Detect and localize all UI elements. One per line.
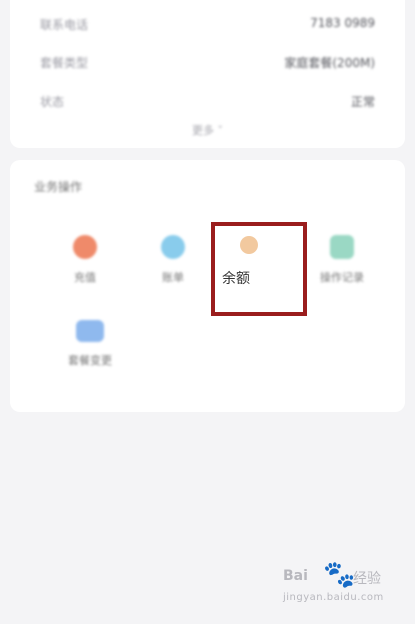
package-change-label: 套餐变更 <box>68 354 112 367</box>
paw-icon: 🐾 <box>323 560 356 590</box>
info-row-package: 套餐类型 家庭套餐(200M) <box>40 54 375 74</box>
bill-label: 账单 <box>162 271 184 284</box>
operations-card: 业务操作 充值 账单 操作记录 套餐变更 <box>10 160 405 412</box>
recharge-icon <box>73 235 97 259</box>
info-value: 7183 0989 <box>310 16 375 30</box>
info-row-phone: 联系电话 7183 0989 <box>40 16 375 36</box>
account-info-card: 联系电话 7183 0989 套餐类型 家庭套餐(200M) 状态 正常 更多 … <box>10 0 405 148</box>
info-label: 状态 <box>40 95 65 109</box>
info-row-status: 状态 正常 <box>40 93 375 113</box>
info-label: 套餐类型 <box>40 56 89 70</box>
watermark-url: jingyan.baidu.com <box>283 592 384 603</box>
info-label: 联系电话 <box>40 18 89 32</box>
records-icon <box>330 235 354 259</box>
bill-button[interactable]: 账单 <box>138 235 208 285</box>
package-icon <box>76 320 104 342</box>
info-value: 正常 <box>350 95 375 109</box>
records-label: 操作记录 <box>320 271 364 284</box>
more-toggle[interactable]: 更多 ˅ <box>10 122 405 138</box>
bill-icon <box>161 235 185 259</box>
package-change-button[interactable]: 套餐变更 <box>55 320 125 368</box>
recharge-button[interactable]: 充值 <box>50 235 120 285</box>
watermark: Bai 🐾 经验 jingyan.baidu.com <box>283 560 405 608</box>
section-title: 业务操作 <box>34 180 83 194</box>
watermark-brand: Bai <box>283 568 308 584</box>
watermark-suffix: 经验 <box>353 571 381 587</box>
records-button[interactable]: 操作记录 <box>307 235 377 285</box>
info-value: 家庭套餐(200M) <box>284 56 375 70</box>
highlight-box <box>211 222 307 316</box>
recharge-label: 充值 <box>74 271 96 284</box>
